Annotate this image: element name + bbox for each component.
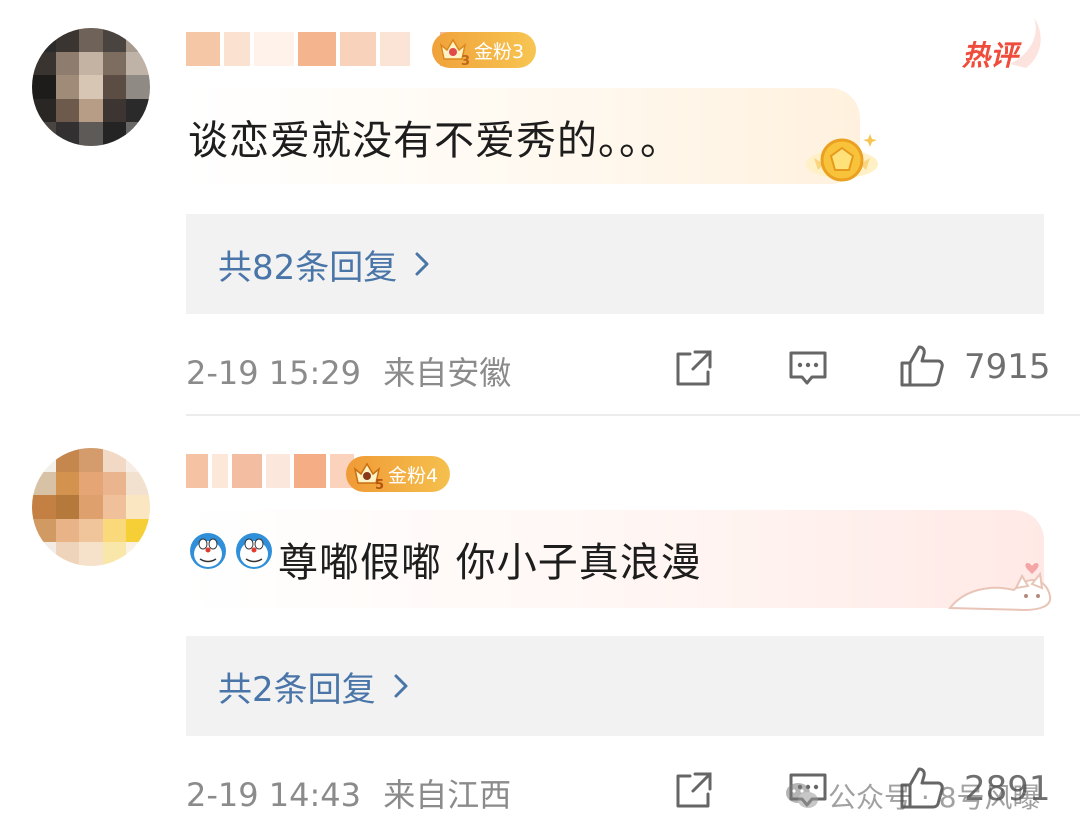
comment-bubble-icon: [789, 351, 827, 385]
reply-count-link[interactable]: 共2条回复: [218, 662, 376, 711]
username-censored[interactable]: [186, 30, 466, 66]
badge-label: 金粉3: [474, 40, 525, 63]
share-square-icon: [676, 350, 712, 386]
doraemon-emoji-icon: [190, 533, 226, 569]
avatar[interactable]: [32, 28, 150, 146]
watermark-text: 公众号 · 8号风曝: [828, 781, 1041, 814]
share-square-icon: [676, 772, 712, 808]
comment-meta: 2-19 14:43 来自江西: [186, 770, 511, 816]
watermark: 公众号 · 8号风曝: [784, 776, 1041, 816]
comment-text: 谈恋爱就没有不爱秀的。。。: [188, 118, 681, 164]
reply-summary[interactable]: 共82条回复: [186, 214, 1044, 314]
repost-button[interactable]: [672, 346, 716, 390]
gold-medal-icon: [806, 134, 878, 182]
cat-sticker-icon: [947, 563, 1052, 612]
reply-summary[interactable]: 共2条回复: [186, 636, 1044, 736]
comment-location: 来自江西: [383, 776, 512, 814]
fan-badge[interactable]: 5 金粉4: [346, 456, 451, 493]
reply-count-link[interactable]: 共82条回复: [218, 240, 397, 289]
doraemon-emoji-icon: [236, 533, 272, 569]
wechat-icon: [786, 783, 818, 808]
comment-date: 2-19 14:43: [186, 776, 362, 814]
repost-button[interactable]: [672, 768, 716, 812]
badge-level: 3: [460, 54, 470, 69]
chevron-right-icon: [394, 674, 408, 698]
badge-label: 金粉4: [388, 464, 439, 487]
comment-date: 2-19 15:29: [186, 354, 362, 392]
thumbs-up-icon: [900, 345, 944, 387]
comment-meta: 2-19 15:29 来自安徽: [186, 348, 511, 394]
chevron-right-icon: [415, 252, 429, 276]
fan-badge[interactable]: 3 金粉3: [432, 32, 537, 69]
avatar[interactable]: [32, 448, 150, 566]
like-button[interactable]: [898, 342, 946, 390]
like-count: 7915: [964, 347, 1051, 387]
comment-text: 尊嘟假嘟 你小子真浪漫: [278, 540, 702, 586]
comment-button[interactable]: [786, 346, 830, 390]
badge-level: 5: [374, 478, 384, 493]
comment-location: 来自安徽: [383, 354, 512, 392]
flame-decoration-icon: [1010, 18, 1041, 68]
crown-badge-icon: 5: [352, 459, 384, 493]
comment-divider: [186, 414, 1080, 416]
crown-badge-icon: 3: [438, 35, 470, 69]
username-censored[interactable]: [186, 452, 354, 488]
